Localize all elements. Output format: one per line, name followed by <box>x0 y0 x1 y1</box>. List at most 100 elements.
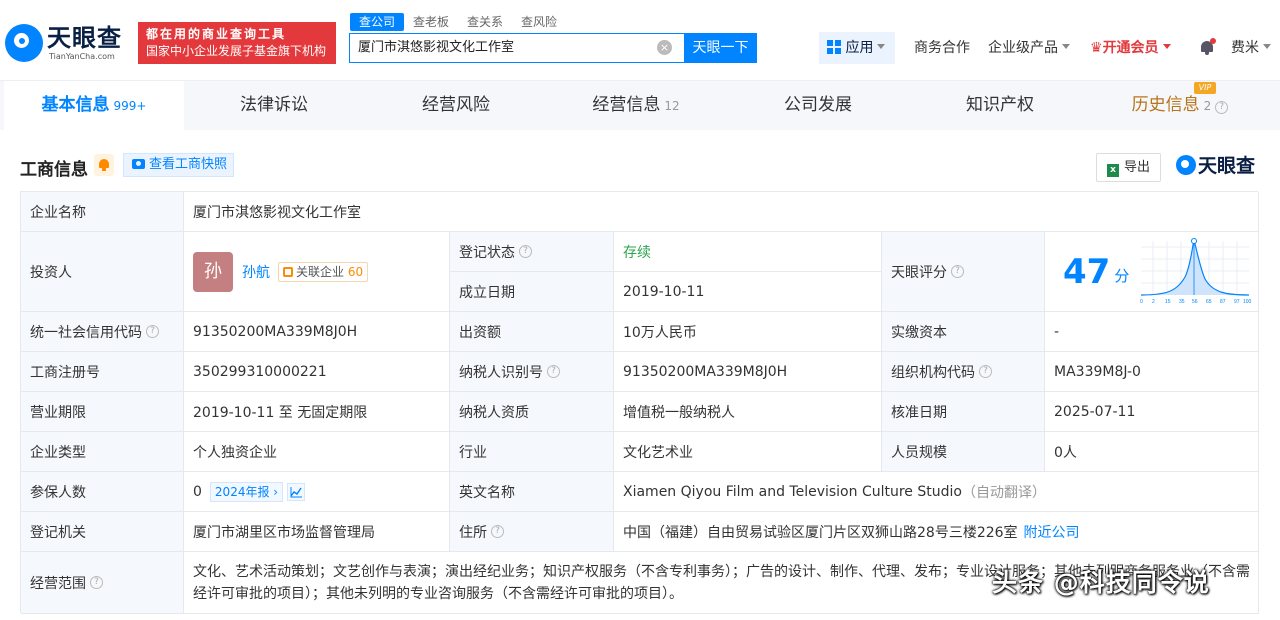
value-est-date: 2019-10-11 <box>614 272 882 312</box>
auto-translate-note: （自动翻译） <box>961 484 1046 501</box>
axis-tick: 97 <box>1234 299 1240 305</box>
user-menu[interactable]: 费米 <box>1231 38 1271 58</box>
slogan-banner: 都在用的商业查询工具 国家中小企业发展子基金旗下机构 <box>138 22 336 64</box>
tab-basic-info[interactable]: 基本信息 999+ <box>4 81 184 131</box>
help-icon[interactable]: ? <box>979 365 992 378</box>
export-label: 导出 <box>1124 160 1151 175</box>
search-tab-company[interactable]: 查公司 <box>350 13 405 31</box>
address-text: 中国（福建）自由贸易试验区厦门片区双狮山路28号三楼226室 <box>623 524 1018 541</box>
tab-label: 知识产权 <box>966 95 1034 115</box>
camera-icon <box>132 159 145 169</box>
label-capital: 出资额 <box>450 312 614 352</box>
user-name: 费米 <box>1231 40 1259 56</box>
chart-axis: 0 2 15 35 56 65 87 97 100 <box>1140 299 1252 305</box>
chevron-down-icon <box>1062 44 1070 49</box>
value-reg-status: 存续 <box>614 232 882 272</box>
score-marker-dot <box>1191 237 1198 244</box>
trend-chart-icon[interactable] <box>287 482 306 501</box>
value-insured: 0 2024年报 › <box>184 472 450 512</box>
label-org-code: 组织机构代码? <box>882 352 1045 392</box>
clear-search-icon[interactable]: × <box>657 40 672 55</box>
axis-tick: 35 <box>1179 299 1185 305</box>
value-authority: 厦门市湖里区市场监督管理局 <box>184 512 450 552</box>
help-icon[interactable]: ? <box>90 576 103 589</box>
value-taxpayer-type: 增值税一般纳税人 <box>614 392 882 432</box>
help-icon[interactable]: ? <box>1215 101 1229 114</box>
search-tab-risk[interactable]: 查风险 <box>512 13 566 31</box>
nearby-companies-link[interactable]: 附近公司 <box>1024 522 1080 542</box>
related-companies-badge[interactable]: 关联企业 60 <box>278 261 369 282</box>
search-tab-relation[interactable]: 查关系 <box>458 13 512 31</box>
help-icon[interactable]: ? <box>547 365 560 378</box>
top-bar: 天眼查 TianYanCha.com 都在用的商业查询工具 国家中小企业发展子基… <box>0 0 1280 80</box>
logo-text: 天眼查 <box>47 24 122 52</box>
avatar[interactable]: 孙 <box>193 251 233 292</box>
axis-tick: 56 <box>1192 299 1198 305</box>
apps-menu[interactable]: 应用 <box>819 32 895 64</box>
export-button[interactable]: x 导出 <box>1096 153 1161 182</box>
score-distribution-chart: 0 2 15 35 56 65 87 97 100 <box>1140 237 1252 305</box>
label-industry: 行业 <box>450 432 614 472</box>
search-tab-boss[interactable]: 查老板 <box>404 13 458 31</box>
help-icon[interactable]: ? <box>519 245 532 258</box>
label-english-name: 英文名称 <box>450 472 614 512</box>
label-text: 天眼评分 <box>891 264 947 281</box>
business-cooperation-link[interactable]: 商务合作 <box>914 38 970 58</box>
investor-name-link[interactable]: 孙航 <box>242 262 270 282</box>
tab-operation[interactable]: 经营信息 12 <box>546 81 726 131</box>
label-insured: 参保人数 <box>21 472 184 512</box>
label-scope: 经营范围? <box>21 552 184 614</box>
enterprise-products-label: 企业级产品 <box>988 40 1058 56</box>
tab-label: 基本信息 <box>41 95 110 115</box>
chevron-down-icon <box>1162 44 1171 49</box>
tab-risk[interactable]: 经营风险 <box>366 81 546 131</box>
help-icon[interactable]: ? <box>491 525 504 538</box>
excel-icon: x <box>1107 164 1119 177</box>
value-address: 中国（福建）自由贸易试验区厦门片区双狮山路28号三楼226室 附近公司 <box>614 512 1259 552</box>
enterprise-products-menu[interactable]: 企业级产品 <box>988 38 1070 58</box>
search-input[interactable]: 厦门市淇悠影视文化工作室 <box>349 33 685 63</box>
value-staff-size: 0人 <box>1045 432 1259 472</box>
tab-development[interactable]: 公司发展 <box>728 81 908 131</box>
tianyancha-logo[interactable]: 天眼查 TianYanCha.com <box>5 24 135 64</box>
brand-watermark: 天眼查 <box>1176 154 1255 178</box>
tab-label: 经营风险 <box>422 95 490 115</box>
help-icon[interactable]: ? <box>951 265 964 278</box>
company-tabs: 基本信息 999+ 法律诉讼 经营风险 经营信息 12 公司发展 知识产权 历史信息… <box>0 80 1280 131</box>
axis-tick: 2 <box>1152 299 1155 305</box>
label-est-date: 成立日期 <box>450 272 614 312</box>
vip-membership-menu[interactable]: ♛开通会员 <box>1090 38 1171 58</box>
axis-tick: 15 <box>1165 299 1171 305</box>
label-text: 纳税人识别号 <box>459 364 543 381</box>
value-industry: 文化艺术业 <box>614 432 882 472</box>
label-authority: 登记机关 <box>21 512 184 552</box>
eye-logo-icon <box>1176 155 1196 175</box>
tab-ip[interactable]: 知识产权 <box>910 81 1090 131</box>
label-tax-id: 纳税人识别号? <box>450 352 614 392</box>
help-icon[interactable]: ? <box>146 325 159 338</box>
tab-label: 法律诉讼 <box>240 95 308 115</box>
snapshot-label: 查看工商快照 <box>149 157 228 172</box>
value-org-code: MA339M8J-0 <box>1045 352 1259 392</box>
tab-legal[interactable]: 法律诉讼 <box>184 81 364 131</box>
search-button[interactable]: 天眼一下 <box>684 33 757 63</box>
tab-label: 经营信息 <box>592 95 661 115</box>
label-text: 住所 <box>459 524 487 541</box>
value-term: 2019-10-11 至 无固定期限 <box>184 392 450 432</box>
apps-label: 应用 <box>845 40 874 56</box>
insured-count: 0 <box>193 483 202 500</box>
label-reg-no: 工商注册号 <box>21 352 184 392</box>
business-info-table: 企业名称 厦门市淇悠影视文化工作室 投资人 孙 孙航 关联企业 60 登记状态?… <box>20 191 1259 614</box>
vip-tag: VIP <box>1194 82 1216 94</box>
label-term: 营业期限 <box>21 392 184 432</box>
tab-history[interactable]: 历史信息 2? <box>1090 81 1270 131</box>
link-icon <box>283 266 293 277</box>
axis-tick: 100 <box>1243 299 1252 305</box>
snapshot-button[interactable]: 查看工商快照 <box>123 153 234 177</box>
axis-tick: 0 <box>1140 299 1143 305</box>
value-score[interactable]: 47 分 0 2 15 35 56 65 87 97 100 <box>1045 232 1259 312</box>
value-reg-no: 350299310000221 <box>184 352 450 392</box>
apps-grid-icon <box>827 40 841 54</box>
annual-report-button[interactable]: 2024年报 › <box>209 481 284 502</box>
monitor-bell-icon[interactable] <box>94 154 114 176</box>
